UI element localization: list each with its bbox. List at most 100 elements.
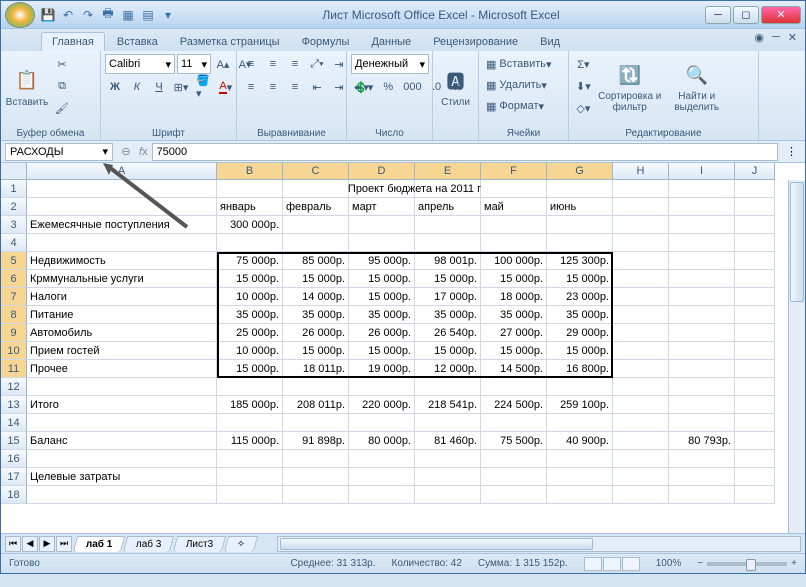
cell[interactable] — [613, 270, 669, 288]
cell[interactable]: 10 000р. — [217, 288, 283, 306]
cell[interactable]: 95 000р. — [349, 252, 415, 270]
sheet-tab[interactable]: лаб 3 — [123, 536, 175, 552]
cell[interactable] — [27, 414, 217, 432]
expand-formula-icon[interactable]: ⋮ — [782, 145, 801, 158]
cell[interactable]: 35 000р. — [283, 306, 349, 324]
find-select-button[interactable]: 🔍 Найти и выделить — [666, 54, 728, 120]
row-header[interactable]: 14 — [1, 414, 27, 432]
formula-input[interactable]: 75000 — [152, 143, 778, 161]
cell[interactable] — [613, 378, 669, 396]
cell[interactable] — [283, 378, 349, 396]
cell[interactable] — [217, 234, 283, 252]
cell[interactable] — [613, 288, 669, 306]
cell[interactable] — [735, 198, 775, 216]
zoom-level[interactable]: 100% — [656, 558, 682, 569]
tab-view[interactable]: Вид — [530, 33, 570, 51]
qat-item[interactable]: ▦ — [119, 6, 137, 24]
cell[interactable] — [27, 198, 217, 216]
cell[interactable]: 125 300р. — [547, 252, 613, 270]
cell[interactable] — [481, 450, 547, 468]
cell[interactable] — [613, 198, 669, 216]
cell[interactable]: 15 000р. — [481, 270, 547, 288]
cell[interactable] — [669, 216, 735, 234]
cell[interactable]: 15 000р. — [283, 270, 349, 288]
orientation-icon[interactable]: ⤢▾ — [307, 54, 327, 74]
tab-data[interactable]: Данные — [361, 33, 421, 51]
cell[interactable]: 10 000р. — [217, 342, 283, 360]
align-right-icon[interactable]: ≡ — [285, 77, 305, 97]
font-size-combo[interactable]: 11▾ — [177, 54, 211, 74]
cell[interactable] — [735, 216, 775, 234]
cell[interactable] — [349, 414, 415, 432]
cell[interactable]: 16 800р. — [547, 360, 613, 378]
print-icon[interactable]: 🖶 — [99, 6, 117, 24]
qat-dropdown-icon[interactable]: ▾ — [159, 6, 177, 24]
sheet-tab[interactable]: Лист3 — [173, 536, 227, 552]
column-header[interactable]: A — [27, 163, 217, 180]
cell[interactable] — [669, 306, 735, 324]
minimize-ribbon-icon[interactable]: ─ — [772, 31, 780, 44]
cell[interactable] — [669, 252, 735, 270]
cell[interactable] — [217, 450, 283, 468]
cell[interactable] — [669, 414, 735, 432]
cell[interactable]: 218 541р. — [415, 396, 481, 414]
cell[interactable]: 25 000р. — [217, 324, 283, 342]
row-header[interactable]: 1 — [1, 180, 27, 198]
cell[interactable]: 220 000р. — [349, 396, 415, 414]
align-bottom-icon[interactable]: ≡ — [285, 54, 305, 74]
cell[interactable] — [27, 486, 217, 504]
cell[interactable] — [669, 324, 735, 342]
cell[interactable] — [481, 486, 547, 504]
cell[interactable]: 100 000р. — [481, 252, 547, 270]
cell[interactable]: Недвижимость — [27, 252, 217, 270]
row-header[interactable]: 2 — [1, 198, 27, 216]
cell[interactable] — [283, 468, 349, 486]
row-header[interactable]: 5 — [1, 252, 27, 270]
next-sheet-button[interactable]: ▶ — [39, 536, 55, 552]
cell[interactable]: Целевые затраты — [27, 468, 217, 486]
border-icon[interactable]: ⊞▾ — [171, 77, 191, 97]
cell[interactable]: Автомобиль — [27, 324, 217, 342]
cell[interactable]: январь — [217, 198, 283, 216]
cell[interactable] — [669, 486, 735, 504]
column-header[interactable]: G — [547, 163, 613, 180]
zoom-out-button[interactable]: − — [697, 558, 703, 569]
cell[interactable] — [547, 414, 613, 432]
cell[interactable]: 19 000р. — [349, 360, 415, 378]
cell[interactable] — [735, 468, 775, 486]
autosum-icon[interactable]: Σ▾ — [573, 54, 594, 74]
cell[interactable]: Налоги — [27, 288, 217, 306]
cell[interactable] — [735, 252, 775, 270]
row-header[interactable]: 8 — [1, 306, 27, 324]
cell[interactable]: Питание — [27, 306, 217, 324]
cell[interactable]: 35 000р. — [415, 306, 481, 324]
tab-insert[interactable]: Вставка — [107, 33, 168, 51]
column-header[interactable]: H — [613, 163, 669, 180]
cell[interactable] — [735, 396, 775, 414]
cell[interactable]: 98 001р. — [415, 252, 481, 270]
cell[interactable] — [283, 450, 349, 468]
cell[interactable] — [735, 324, 775, 342]
column-header[interactable]: J — [735, 163, 775, 180]
cell[interactable]: 15 000р. — [481, 342, 547, 360]
cell[interactable] — [613, 432, 669, 450]
cell[interactable]: 259 100р. — [547, 396, 613, 414]
cell[interactable]: 208 011р. — [283, 396, 349, 414]
cell[interactable] — [481, 414, 547, 432]
row-header[interactable]: 7 — [1, 288, 27, 306]
sort-filter-button[interactable]: 🔃 Сортировка и фильтр — [597, 54, 663, 120]
cell[interactable]: Ежемесячные поступления — [27, 216, 217, 234]
cell[interactable]: апрель — [415, 198, 481, 216]
cell[interactable]: 80 793р. — [669, 432, 735, 450]
bold-icon[interactable]: Ж — [105, 77, 125, 97]
cell[interactable]: 15 000р. — [415, 342, 481, 360]
cell[interactable] — [613, 324, 669, 342]
cell[interactable] — [613, 306, 669, 324]
first-sheet-button[interactable]: ⏮ — [5, 536, 21, 552]
cell[interactable] — [27, 234, 217, 252]
cell[interactable]: 14 500р. — [481, 360, 547, 378]
insert-cells-button[interactable]: ▦ Вставить ▾ — [483, 54, 567, 74]
cell[interactable] — [613, 342, 669, 360]
row-header[interactable]: 3 — [1, 216, 27, 234]
clear-icon[interactable]: ◇▾ — [573, 98, 594, 118]
